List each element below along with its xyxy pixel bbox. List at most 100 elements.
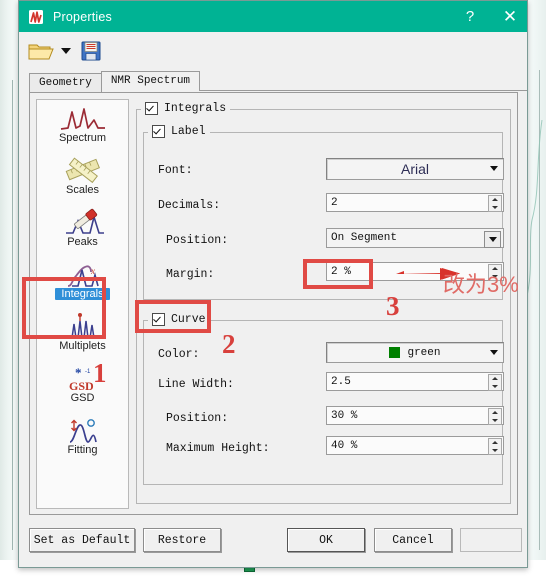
label-group: Label Font: Arial Decimals: 2 Position: … [143,125,504,300]
curve-position-field[interactable]: 30 % [326,406,504,425]
ok-button[interactable]: OK [287,528,365,552]
svg-text:*: * [75,365,82,380]
label-checkbox[interactable] [152,125,165,138]
sidebar-item-label: Spectrum [58,132,107,144]
sidebar-item-label: Multiplets [59,340,106,352]
maximum-height-stepper[interactable] [488,438,502,455]
sidebar-item-integrals[interactable]: x Integrals [37,256,128,308]
color-label: Color: [158,347,200,361]
label-position-combo[interactable]: On Segment [326,228,504,248]
decimals-value: 2 [331,196,338,209]
restore-button[interactable]: Restore [143,528,221,552]
sidebar-item-label: Fitting [67,444,98,456]
stepper-down[interactable] [489,447,501,455]
stepper-down[interactable] [489,383,501,391]
category-sidebar[interactable]: Spectrum Scales Peaks x Integrals Multip… [36,99,129,509]
margin-stepper[interactable] [488,264,502,281]
curve-position-label: Position: [166,411,229,425]
fitting-icon [55,415,111,445]
svg-text:x: x [90,266,95,276]
sidebar-item-fitting[interactable]: Fitting [37,412,128,464]
curve-position-value: 30 % [331,409,358,422]
help-button[interactable]: ? [459,9,481,24]
sidebar-item-scales[interactable]: Scales [37,152,128,204]
line-width-field[interactable]: 2.5 [326,372,504,391]
chevron-down-icon[interactable] [61,47,71,54]
curve-group-header[interactable]: Curve [148,313,210,326]
chevron-down-icon[interactable] [490,166,498,171]
dialog-titlebar: Properties ? ✕ [19,1,527,32]
color-swatch [389,347,401,358]
sidebar-item-gsd[interactable]: * -1 GSD GSD [37,360,128,412]
integrals-icon: x [55,259,111,289]
scales-icon [55,155,111,185]
label-group-header[interactable]: Label [148,125,210,138]
stepper-up[interactable] [489,375,501,383]
cancel-button[interactable]: Cancel [374,528,452,552]
integrals-group-label: Integrals [164,102,227,115]
dialog-title: Properties [53,9,112,24]
sidebar-item-label: Peaks [67,236,98,248]
properties-dialog: Properties ? ✕ Geometry NMR Spectrum Spe… [18,0,528,568]
stepper-up[interactable] [489,439,501,447]
tab-filler [199,89,527,91]
stepper-up[interactable] [489,196,501,204]
color-combo[interactable]: green [326,342,504,363]
margin-field[interactable]: 2 % [326,262,504,281]
curve-checkbox[interactable] [152,313,165,326]
stepper-down[interactable] [489,273,501,281]
tab-geometry[interactable]: Geometry [29,73,102,92]
font-value: Arial [400,161,429,177]
font-label: Font: [158,163,193,177]
stepper-down[interactable] [489,204,501,212]
decimals-label: Decimals: [158,198,221,212]
decimals-field[interactable]: 2 [326,193,504,212]
margin-value: 2 % [331,265,351,278]
open-folder-icon[interactable] [28,40,54,62]
set-as-default-button[interactable]: Set as Default [29,528,135,552]
chevron-down-icon[interactable] [490,350,498,355]
chevron-down-icon[interactable] [484,231,501,248]
integrals-group: Integrals Label Font: Arial Decimals: 2 … [136,102,511,504]
sidebar-item-spectrum[interactable]: Spectrum [37,100,128,152]
font-combo[interactable]: Arial [326,158,504,180]
curve-position-stepper[interactable] [488,408,502,425]
background-left-axis [12,80,13,550]
integrals-checkbox[interactable] [145,102,158,115]
gsd-icon: * -1 GSD [55,363,111,393]
stepper-up[interactable] [489,265,501,273]
sidebar-item-label: GSD [70,392,95,404]
stepper-up[interactable] [489,409,501,417]
dialog-toolbar [19,32,527,69]
settings-form: Integrals Label Font: Arial Decimals: 2 … [136,99,511,508]
margin-label: Margin: [166,267,215,281]
close-icon[interactable]: ✕ [499,8,521,25]
integrals-group-header[interactable]: Integrals [141,102,231,115]
spectrum-icon [55,103,111,133]
sidebar-item-label: Integrals [55,288,110,300]
stepper-down[interactable] [489,417,501,425]
curve-group: Curve Color: green Line Width: 2.5 Posit… [143,313,504,485]
line-width-stepper[interactable] [488,374,502,391]
tab-panel: Spectrum Scales Peaks x Integrals Multip… [29,92,518,515]
svg-text:-1: -1 [85,369,91,375]
sidebar-item-peaks[interactable]: Peaks [37,204,128,256]
titlebar-buttons: ? ✕ [459,1,521,32]
sidebar-item-multiplets[interactable]: Multiplets [37,308,128,360]
app-icon [28,9,44,25]
color-value: green [407,346,441,359]
line-width-value: 2.5 [331,375,351,388]
tab-bar: Geometry NMR Spectrum [29,69,527,92]
curve-group-label: Curve [171,313,206,326]
decimals-stepper[interactable] [488,195,502,212]
sidebar-item-label: Scales [65,184,100,196]
label-position-label: Position: [166,233,229,247]
maximum-height-field[interactable]: 40 % [326,436,504,455]
label-position-value: On Segment [331,232,398,244]
tab-nmr-spectrum[interactable]: NMR Spectrum [100,71,201,91]
maximum-height-value: 40 % [331,439,358,452]
save-floppy-icon[interactable] [80,40,102,62]
multiplets-icon [55,311,111,341]
extra-button[interactable] [460,528,522,552]
svg-text:GSD: GSD [69,379,94,392]
